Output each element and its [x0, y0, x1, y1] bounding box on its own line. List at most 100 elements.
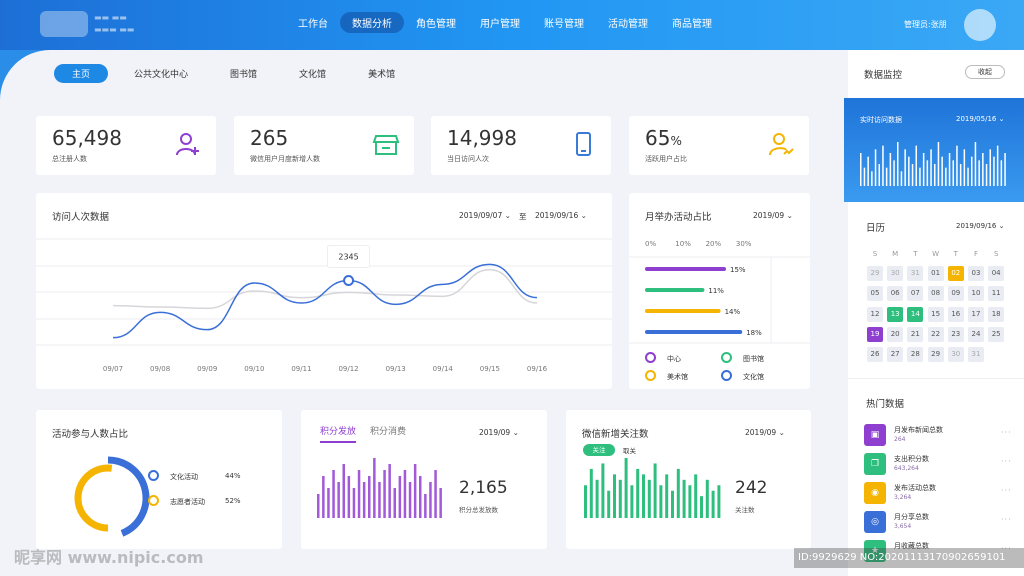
nav-data-analysis[interactable]: 数据分析 [340, 12, 404, 33]
calendar-day[interactable]: 19 [867, 326, 883, 342]
collapse-button[interactable]: 收起 [965, 65, 1005, 79]
more-icon[interactable]: ··· [1001, 428, 1012, 437]
realtime-bar [889, 153, 892, 186]
calendar-day[interactable]: 26 [867, 347, 883, 363]
hot-title: 热门数据 [866, 399, 905, 410]
nav-role-management[interactable]: 角色管理 [404, 12, 468, 33]
calendar-day[interactable]: 04 [988, 266, 1005, 281]
more-icon[interactable]: ··· [1001, 515, 1012, 524]
calendar-day[interactable]: 09 [947, 286, 964, 302]
x-tick-label: 09/07 [103, 365, 123, 373]
calendar-day[interactable]: 22 [927, 326, 944, 342]
calendar-day[interactable]: 27 [887, 347, 904, 363]
calendar-day[interactable]: 08 [927, 286, 944, 302]
tab-culture-center[interactable]: 公共文化中心 [118, 64, 204, 83]
points-bar [398, 476, 402, 518]
calendar-day[interactable]: 30 [947, 347, 964, 363]
realtime-bar [919, 167, 921, 186]
nav-activity-management[interactable]: 活动管理 [596, 12, 660, 33]
calendar-day[interactable]: 14 [907, 306, 924, 322]
tab-culture-hall[interactable]: 文化馆 [283, 64, 342, 83]
calendar-day[interactable]: 24 [968, 326, 984, 342]
calendar-day[interactable]: 01 [927, 266, 944, 281]
calendar-day[interactable]: 31 [968, 347, 984, 363]
wechat-bar [682, 479, 686, 518]
x-tick-label: 10% [675, 240, 691, 248]
x-tick-label: 09/14 [433, 365, 454, 373]
x-tick-label: 09/10 [244, 365, 264, 373]
calendar-day[interactable]: 12 [867, 306, 883, 322]
calendar-day[interactable]: 31 [907, 266, 924, 281]
nav-user-management[interactable]: 用户管理 [468, 12, 532, 33]
hot-item[interactable]: ❐ 支出积分数 643,264 ··· [864, 453, 1014, 477]
nav-product-management[interactable]: 商品管理 [660, 12, 724, 33]
hot-item-name: 月分享总数 [894, 513, 929, 521]
points-bar [337, 482, 340, 518]
tab-home[interactable]: 主页 [54, 64, 109, 83]
points-bar [378, 482, 381, 518]
calendar-day[interactable]: 02 [947, 266, 964, 281]
calendar-day[interactable]: 18 [988, 306, 1005, 322]
main-nav: 工作台 数据分析 角色管理 用户管理 账号管理 活动管理 商品管理 [286, 12, 724, 33]
calendar-day[interactable]: 23 [947, 326, 964, 342]
calendar-date-select[interactable]: 2019/09/16 ⌄ [956, 222, 1004, 230]
legend-volunteer: 志愿者活动 [170, 498, 205, 506]
calendar-day[interactable]: 15 [927, 306, 944, 322]
calendar-day[interactable]: 06 [887, 286, 904, 302]
weekday-label: F [973, 250, 979, 258]
hot-item[interactable]: ◎ 月分享总数 3,654 ··· [864, 511, 1014, 535]
points-bar [383, 470, 386, 518]
tab-points-issued[interactable]: 积分发放 [320, 424, 357, 443]
wechat-bar [700, 496, 703, 518]
nav-account-management[interactable]: 账号管理 [532, 12, 596, 33]
avatar[interactable] [964, 9, 996, 41]
legend-dot [148, 495, 159, 506]
wechat-month-select[interactable]: 2019/09 ⌄ [745, 428, 785, 437]
tab-art-museum[interactable]: 美术馆 [352, 64, 411, 83]
calendar-day[interactable]: 28 [907, 347, 924, 363]
realtime-bar [989, 149, 991, 186]
legend-dot [721, 352, 732, 363]
realtime-bar [897, 142, 899, 186]
calendar-day[interactable]: 20 [887, 326, 904, 342]
more-icon[interactable]: ··· [1001, 457, 1012, 466]
bar-图书馆 [645, 288, 705, 292]
bar-中心 [645, 267, 726, 271]
calendar-day[interactable]: 16 [947, 306, 964, 322]
calendar-day[interactable]: 07 [907, 286, 924, 302]
calendar-day[interactable]: 17 [968, 306, 984, 322]
calendar-day[interactable]: 25 [988, 326, 1005, 342]
calendar-title: 日历 [866, 223, 886, 234]
legend-dot [645, 352, 656, 363]
points-bar [424, 494, 427, 518]
calendar-day[interactable]: 30 [887, 266, 904, 281]
points-month-select[interactable]: 2019/09 ⌄ [479, 428, 519, 437]
calendar-day[interactable]: 29 [927, 347, 944, 363]
tab-library[interactable]: 图书馆 [214, 64, 273, 83]
hot-item[interactable]: ◉ 发布活动总数 3,264 ··· [864, 482, 1014, 506]
nav-workbench[interactable]: 工作台 [286, 12, 340, 33]
calendar-day[interactable]: 05 [867, 286, 883, 302]
points-bar [317, 494, 320, 518]
weekday-label: M [892, 250, 899, 258]
tab-points-spent[interactable]: 积分消费 [370, 424, 406, 437]
hot-item[interactable]: ▣ 月发布新闻总数 264 ··· [864, 424, 1014, 448]
calendar-day[interactable]: 10 [968, 286, 984, 302]
stat-label: 当日访问人次 [447, 155, 489, 163]
calendar-day[interactable]: 03 [968, 266, 984, 281]
calendar-day[interactable]: 29 [867, 266, 883, 281]
realtime-date-select[interactable]: 2019/05/16 ⌄ [956, 115, 1004, 123]
phone-icon [576, 132, 591, 156]
wechat-bar [665, 474, 669, 518]
points-bar [393, 488, 396, 518]
admin-label: 管理员:张朋 [904, 20, 947, 29]
follow-button[interactable]: 关注 [583, 444, 615, 456]
more-icon[interactable]: ··· [1001, 486, 1012, 495]
chevron-down-icon: ⌄ [998, 222, 1005, 230]
calendar-day[interactable]: 11 [988, 286, 1005, 302]
logo[interactable]: ▬▬ ▬▬ ▬▬▬ ▬▬ [40, 9, 180, 39]
calendar-day[interactable]: 21 [907, 326, 924, 342]
unfollow-button[interactable]: 取关 [623, 445, 636, 455]
calendar-day[interactable]: 13 [887, 306, 904, 322]
realtime-bar-chart [860, 142, 1006, 186]
